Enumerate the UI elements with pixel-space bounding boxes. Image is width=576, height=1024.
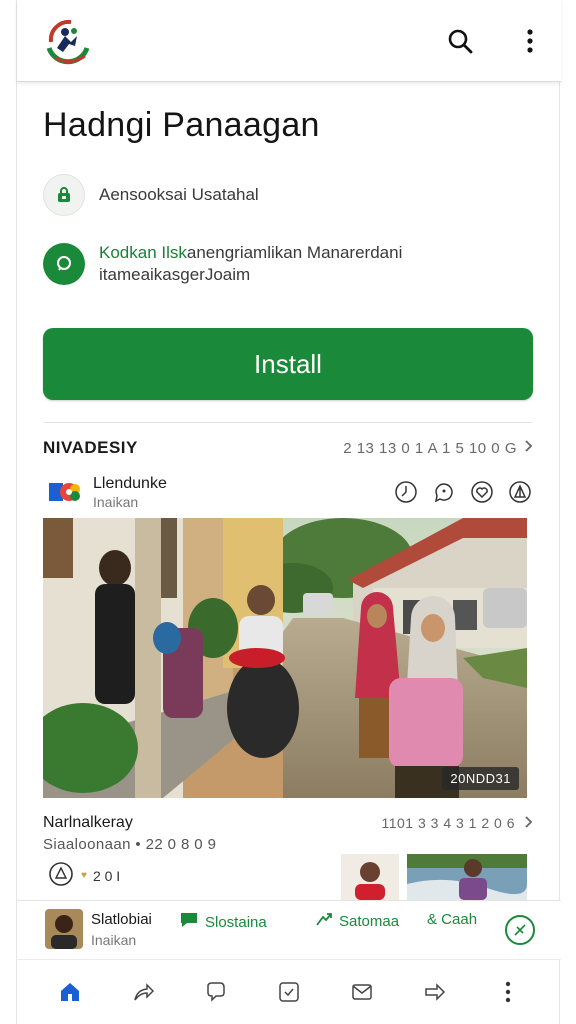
message-icon [179,911,199,933]
caption-sub: Siaaloonaan • 22 0 8 0 9 [43,836,217,853]
caption-stats: ♥ 2 0 I [47,860,120,891]
star-icon: ♥ [81,870,87,881]
chat-icon[interactable] [198,974,234,1010]
more-vertical-icon[interactable] [513,24,547,58]
app-logo-icon[interactable] [41,12,95,68]
caption-meta-text: 1101 3 3 4 3 1 2 0 6 [381,815,515,831]
action-cash-label: & Caah [427,911,478,928]
stats-badge-icon [47,860,75,891]
heart-icon[interactable] [469,479,495,505]
thumbnail-2[interactable] [407,854,527,900]
info-row-security: Aensooksai Usatahal [43,174,259,216]
section-title: NIVADESIY [43,438,138,457]
action-message-label: Slostaina [205,913,267,931]
comment-icon[interactable] [431,479,457,505]
thumbnail-1[interactable] [341,854,399,900]
bottom-navigation [17,960,561,1024]
more-icon[interactable] [490,974,526,1010]
top-app-bar [17,0,561,82]
mail-icon[interactable] [344,974,380,1010]
photo-badge: 20NDD31 [442,767,519,790]
post-author-sub: Inaikan [93,493,139,510]
avatar[interactable] [45,909,83,949]
action-cash[interactable]: & Caah [427,911,477,928]
post-photo[interactable]: 20NDD31 [43,518,527,798]
author-name[interactable]: Slatlobiai [91,911,152,928]
section-meta-text: 2 13 13 0 1 A 1 5 10 0 G [343,439,517,457]
install-button[interactable]: Install [43,328,533,400]
search-icon[interactable] [443,24,477,58]
info-text-1: Aensooksai Usatahal [99,185,259,204]
post-header: Llendunke Inaikan [49,472,533,512]
divider [43,422,533,423]
chevron-right-icon [523,439,533,457]
author-sub: Inaikan [91,932,137,948]
info-text-2-rest: anengriamlikan Manarerdani [186,243,403,262]
section-header: NIVADESIY 2 13 13 0 1 A 1 5 10 0 G [43,438,533,458]
info-row-chat: Kodkan Ilskanengriamlikan Manarerdani it… [43,242,402,286]
stats-value: 2 0 I [92,867,121,884]
app-title: Hadngi Panaagan [43,106,320,144]
caption-title[interactable]: Narlnalkeray [43,814,133,832]
caption-meta[interactable]: 1101 3 3 4 3 1 2 0 6 [381,814,533,832]
chevron-right-icon [523,815,533,832]
action-message[interactable]: Slostaina [179,911,267,933]
action-share[interactable]: Satomaa [315,911,399,931]
publisher-logo-icon [49,479,83,505]
section-meta[interactable]: 2 13 13 0 1 A 1 5 10 0 G [343,439,533,457]
caption-row: Narlnalkeray 1101 3 3 4 3 1 2 0 6 [43,814,533,832]
inbox-icon[interactable] [271,974,307,1010]
lock-icon [43,174,85,216]
forward-icon[interactable] [417,974,453,1010]
compass-icon[interactable] [505,915,535,945]
share-triangle-icon[interactable] [507,479,533,505]
clock-icon[interactable] [393,479,419,505]
info-text-2-highlight[interactable]: Kodkan Ilsk [99,243,187,262]
post-author-name[interactable]: Llendunke [93,474,167,493]
share-arrow-icon [315,911,333,931]
author-bar: Slatlobiai Inaikan Slostaina Satomaa & C… [17,900,561,960]
app-frame: Hadngi Panaagan Aensooksai Usatahal Kodk… [16,0,561,1024]
share-icon[interactable] [125,974,161,1010]
info-text-2-line2: itameaikasgerJoaim [99,265,251,284]
info-text-2: Kodkan Ilskanengriamlikan Manarerdani it… [99,242,402,286]
chat-bubble-icon [43,243,85,285]
home-icon[interactable] [52,974,88,1010]
action-share-label: Satomaa [339,912,400,930]
